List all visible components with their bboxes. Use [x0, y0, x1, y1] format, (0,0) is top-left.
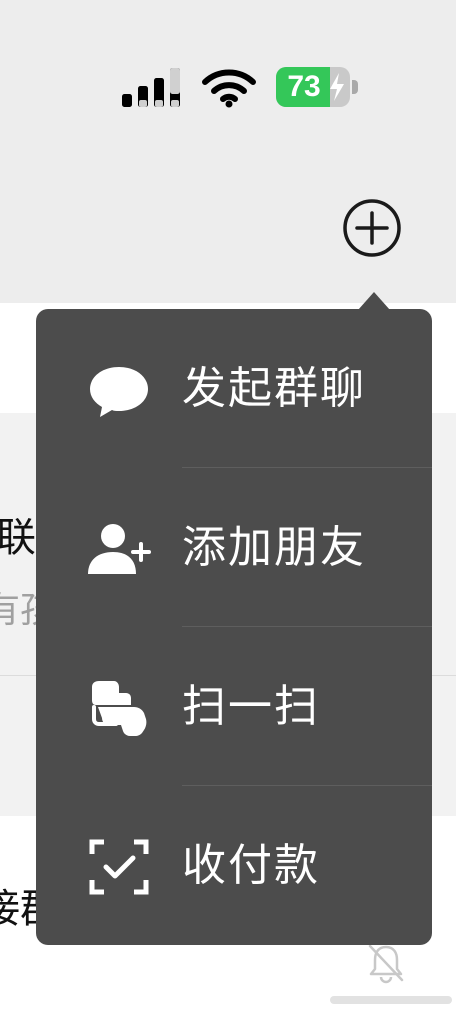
menu-item-scan[interactable]: 扫一扫: [36, 627, 432, 786]
add-menu-popover: 发起群聊 添加朋友 扫一扫 收付款: [36, 309, 432, 945]
status-bar: 73: [0, 0, 456, 130]
chat-bubble-icon: [90, 367, 148, 417]
money-scan-icon: [89, 839, 149, 895]
menu-item-label: 添加朋友: [182, 522, 366, 573]
menu-item-label: 扫一扫: [182, 681, 320, 732]
battery-indicator: 73: [276, 67, 360, 109]
battery-tip: [352, 80, 358, 94]
menu-item-label: 发起群聊: [182, 363, 366, 414]
wifi-icon: [202, 69, 256, 108]
scan-icon: [92, 681, 147, 736]
home-indicator: [330, 996, 452, 1004]
bell-muted-icon: [368, 944, 404, 984]
menu-item-payment[interactable]: 收付款: [36, 786, 432, 945]
menu-item-group-chat[interactable]: 发起群聊: [36, 309, 432, 468]
menu-item-add-friend[interactable]: 添加朋友: [36, 468, 432, 627]
menu-item-label: 收付款: [182, 840, 320, 891]
add-friend-icon: [88, 524, 151, 574]
battery-body: 73: [276, 67, 350, 107]
battery-percent-label: 73: [287, 70, 321, 103]
plus-circle-icon[interactable]: [342, 198, 402, 258]
menu-pointer: [358, 292, 390, 310]
charging-bolt-icon: [330, 73, 344, 101]
chat-row-title: 联: [0, 515, 36, 561]
cellular-signal-icon: [122, 68, 180, 107]
